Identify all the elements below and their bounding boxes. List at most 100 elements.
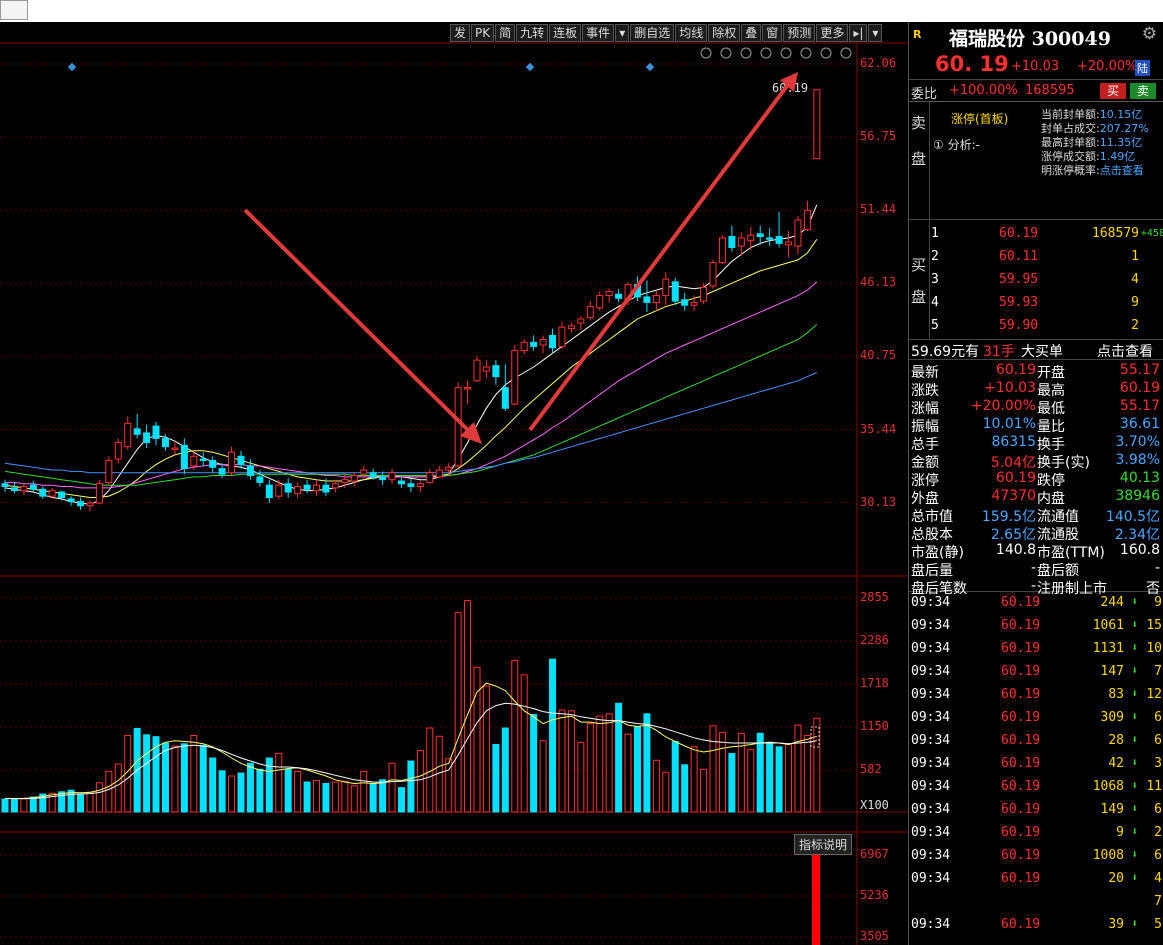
candle — [728, 236, 736, 249]
buy-button[interactable]: 买 — [1100, 83, 1126, 99]
candle — [473, 359, 481, 382]
candle — [671, 281, 679, 302]
candle — [501, 387, 509, 409]
toolbar-btn-3[interactable]: 九转 — [516, 24, 549, 42]
volume-bar — [294, 771, 302, 813]
toolbar-btn-9[interactable]: 除权 — [708, 24, 741, 42]
candle — [445, 466, 453, 471]
candle — [143, 432, 151, 444]
seal-stat-value[interactable]: 点击查看 — [1100, 164, 1144, 177]
candle — [586, 306, 594, 319]
settings-icon[interactable] — [700, 47, 712, 59]
down-arrow-icon: ⬇ — [1131, 871, 1138, 884]
down-arrow-icon: ⬇ — [1131, 664, 1138, 677]
volume-bar — [228, 775, 236, 813]
indicator-explain-button[interactable]: 指标说明 — [794, 834, 853, 855]
r-icon: R — [913, 28, 922, 41]
candle — [464, 387, 472, 390]
event-marker[interactable] — [67, 62, 77, 72]
tick-count: 6 — [1154, 848, 1162, 863]
quote-value: 60.19 — [995, 362, 1036, 378]
toolbar-btn-10[interactable]: 叠 — [741, 24, 762, 42]
eye-icon[interactable] — [740, 47, 752, 59]
toolbar-btn-8[interactable]: 均线 — [675, 24, 708, 42]
toolbar-btn-7[interactable]: 删自选 — [630, 24, 675, 42]
volume-bar — [718, 732, 726, 813]
candle — [558, 326, 566, 347]
analysis-link[interactable]: ① 分析:- — [933, 136, 980, 153]
pen-icon[interactable] — [720, 47, 732, 59]
window-control-box[interactable] — [0, 0, 28, 20]
tick-volume: 1068 — [1092, 779, 1124, 794]
tick-volume: 1131 — [1092, 641, 1124, 656]
volume-bar — [756, 732, 764, 813]
toolbar-btn-5[interactable]: 事件 — [582, 24, 615, 42]
quote-key: 换手(实) — [1037, 455, 1090, 471]
toolbar-btn-6[interactable]: ▾ — [615, 24, 630, 42]
volume-bar — [350, 785, 358, 813]
sell-button[interactable]: 卖 — [1130, 83, 1156, 99]
buy-side-label-1: 买 — [911, 256, 927, 274]
tick-row: 09:34 60.19 244 ⬇ 9 — [909, 592, 1163, 615]
event-marker[interactable] — [645, 62, 655, 72]
buy-level-row[interactable]: 3 59.95 4 — [931, 268, 1161, 291]
buy-level-row[interactable]: 5 59.90 2 — [931, 314, 1161, 337]
volume-bar — [681, 764, 689, 813]
zoom-out-icon[interactable] — [840, 47, 852, 59]
hand-icon[interactable] — [780, 47, 792, 59]
toolbar-btn-1[interactable]: PK — [471, 24, 495, 42]
ind-axis-label: 5236 — [860, 888, 889, 902]
buy-price: 60.11 — [999, 249, 1039, 264]
toolbar-btn-2[interactable]: 简 — [495, 24, 516, 42]
tick-row: 09:34 60.19 9 ⬇ 2 — [909, 822, 1163, 845]
buy-level-row[interactable]: 1 60.19 168579+4580 — [931, 222, 1163, 245]
candle — [803, 209, 811, 231]
event-marker[interactable] — [525, 62, 535, 72]
volume-bar — [275, 753, 283, 813]
zoom-in-icon[interactable] — [820, 47, 832, 59]
volume-bar — [633, 726, 641, 813]
toolbar-btn-0[interactable]: 发 — [450, 24, 471, 42]
tick-price: 60.19 — [1001, 779, 1041, 794]
volume-bar — [511, 660, 519, 813]
tick-price: 60.19 — [1001, 848, 1041, 863]
lock-icon[interactable] — [800, 47, 812, 59]
down-arrow-icon: ⬇ — [1131, 710, 1138, 723]
toolbar-btn-4[interactable]: 连板 — [549, 24, 582, 42]
candle — [379, 476, 387, 481]
volume-bar — [407, 760, 415, 813]
volume-bar — [728, 753, 736, 813]
gear-icon[interactable]: ⚙ — [1142, 24, 1157, 44]
kline-chart[interactable]: 60.19 — [0, 22, 908, 945]
tick-count: 9 — [1154, 595, 1162, 610]
candle — [190, 455, 198, 467]
tick-volume: 28 — [1108, 733, 1124, 748]
quote-key: 涨幅 — [911, 401, 939, 417]
tick-row: 09:34 60.19 39 ⬇ 5 — [909, 914, 1163, 937]
tick-price: 60.19 — [1001, 733, 1041, 748]
quote-key: 涨停 — [911, 473, 939, 489]
big-order-link[interactable]: 点击查看 — [1097, 341, 1153, 361]
tick-time: 09:34 — [911, 710, 951, 725]
quote-key: 最新 — [911, 365, 939, 381]
volume-bar — [284, 768, 292, 813]
volume-bar — [492, 744, 500, 813]
tick-row: 09:34 60.19 42 ⬇ 3 — [909, 753, 1163, 776]
ma-line-1 — [4, 239, 818, 498]
toolbar-btn-11[interactable]: 窗 — [762, 24, 783, 42]
tick-count: 2 — [1154, 825, 1162, 840]
volume-bar — [652, 759, 660, 813]
buy-level-row[interactable]: 2 60.11 1 — [931, 245, 1161, 268]
tick-time: 09:34 — [911, 825, 951, 840]
toolbar-btn-13[interactable]: 更多 — [816, 24, 849, 42]
toolbar-btn-14[interactable]: ▸| — [849, 24, 868, 42]
box-icon[interactable] — [760, 47, 772, 59]
candle — [416, 483, 424, 488]
volume-bar — [464, 600, 472, 813]
order-ratio-row: 委比 +100.00% 168595 买 卖 — [909, 80, 1163, 102]
toolbar-btn-12[interactable]: 预测 — [783, 24, 816, 42]
candle — [747, 234, 755, 242]
toolbar-btn-15[interactable]: ▾ — [868, 24, 883, 42]
tick-time: 09:34 — [911, 756, 951, 771]
buy-level-row[interactable]: 4 59.93 9 — [931, 291, 1161, 314]
